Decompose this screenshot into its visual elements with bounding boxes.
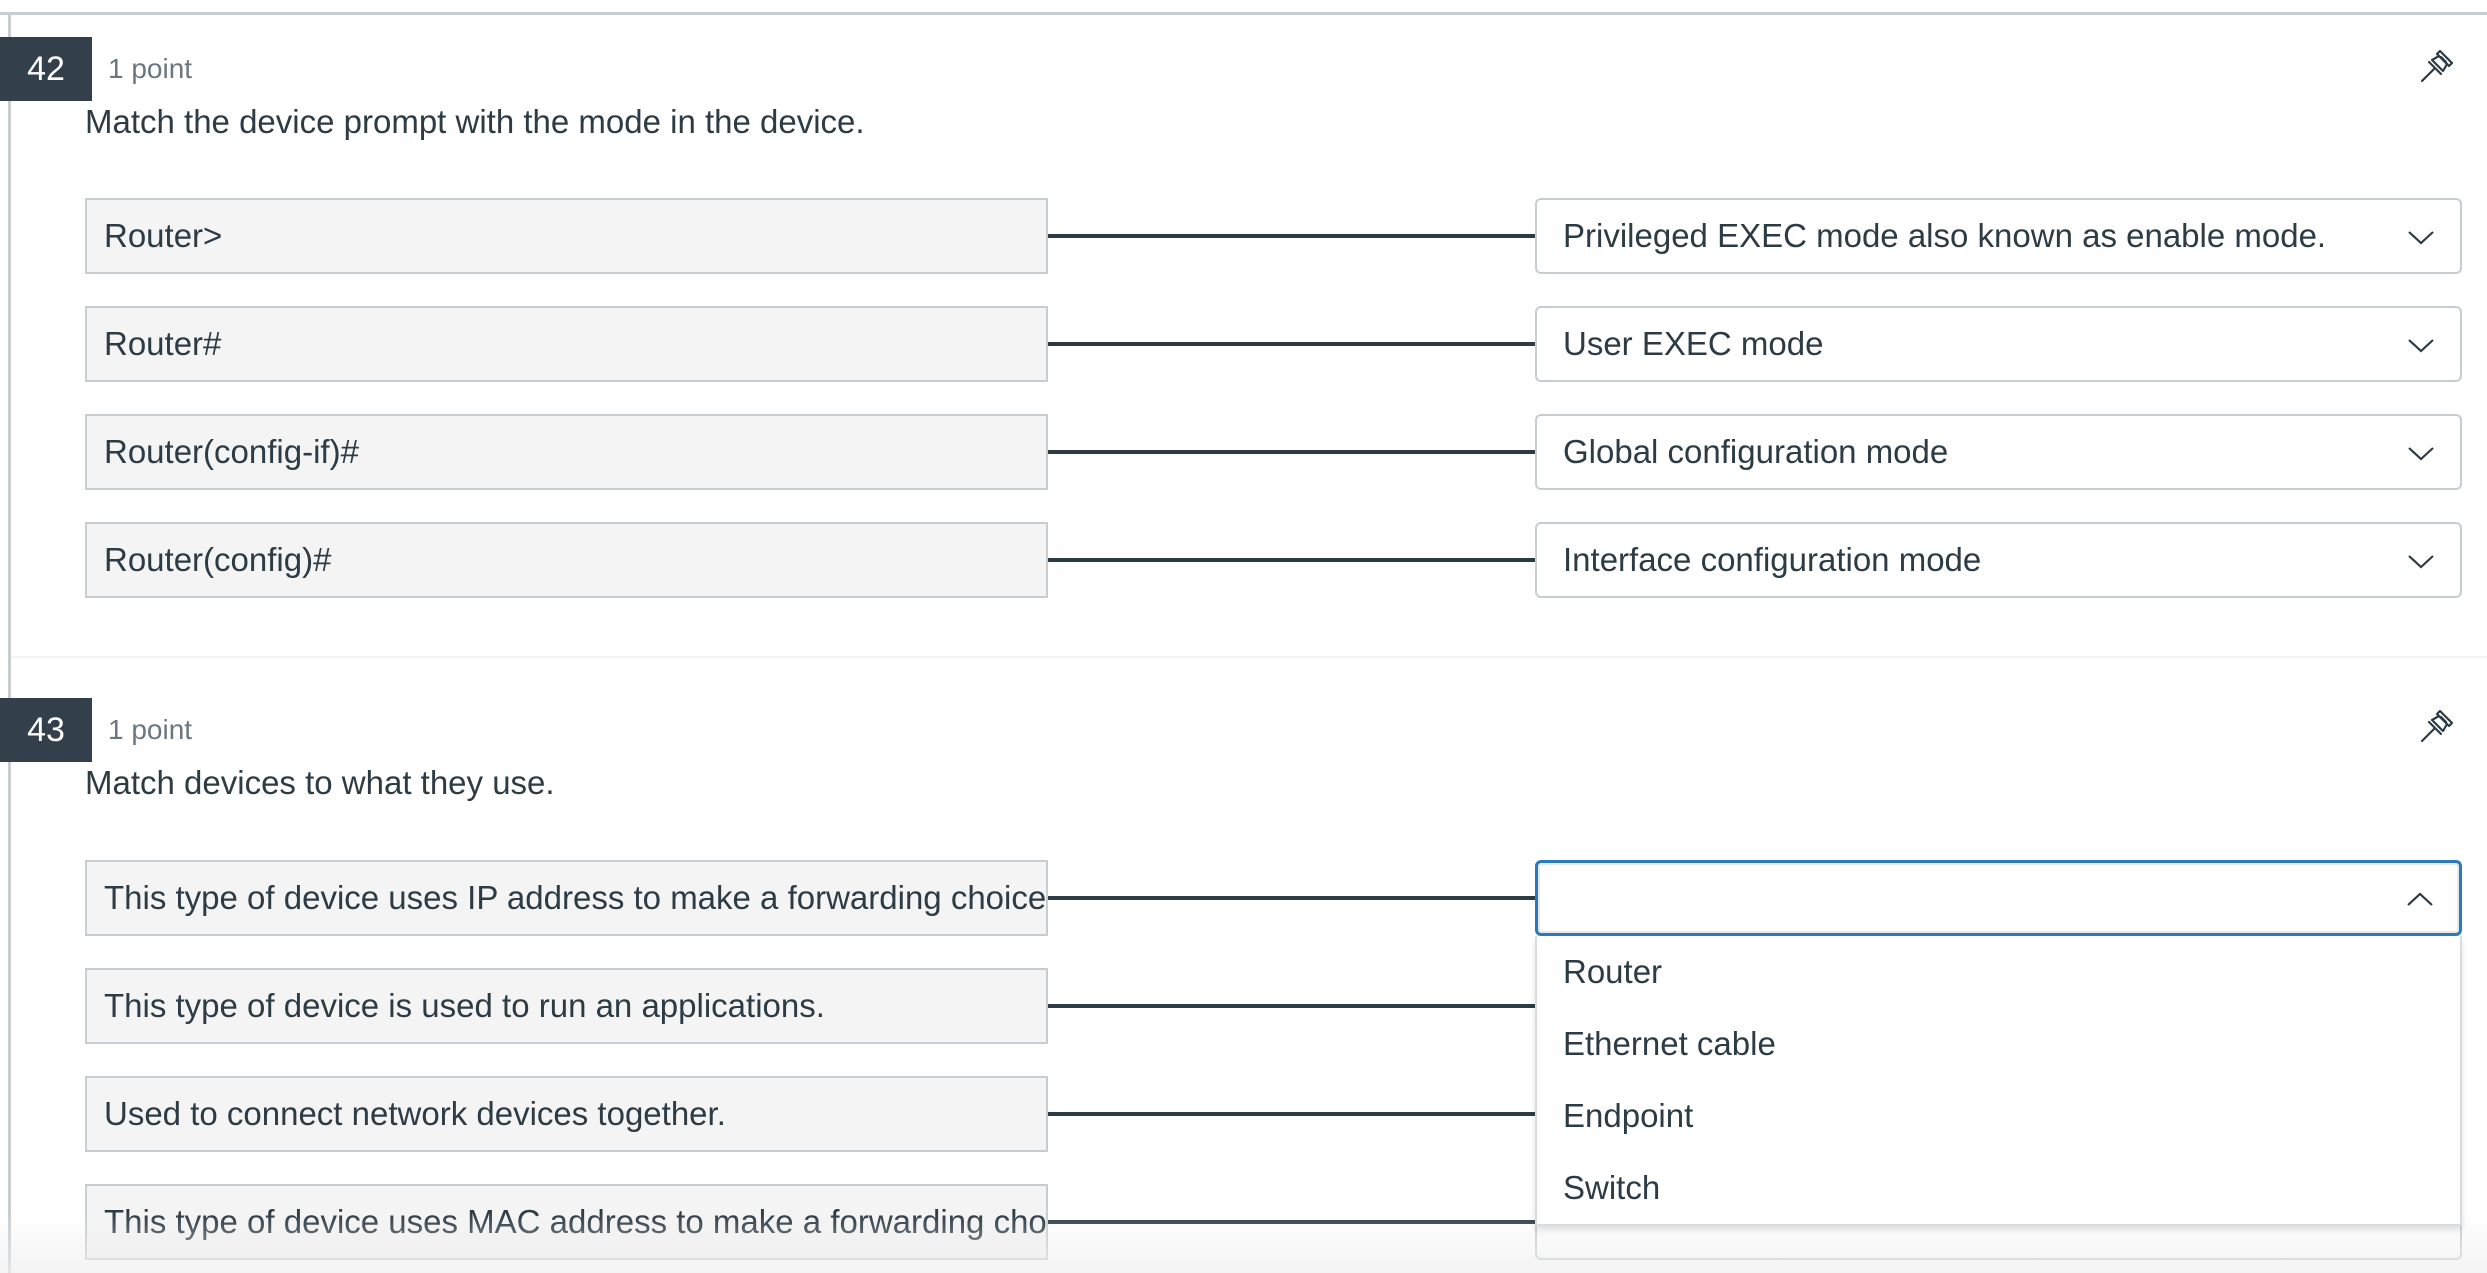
question-42: 42 1 point Match the device prompt with … [0,0,2487,655]
match-prompt: This type of device uses IP address to m… [85,860,1048,936]
question-43: 43 1 point Match devices to what they us… [0,660,2487,1273]
chevron-down-icon [2408,339,2434,353]
connector-line [1048,1220,1536,1224]
match-row: Router(config)# Interface configuration … [0,522,2487,598]
question-prompt: Match the device prompt with the mode in… [85,103,865,140]
dropdown-option-ethernet-cable[interactable]: Ethernet cable [1537,1008,2460,1080]
connector-line [1048,450,1536,454]
pushpin-icon[interactable] [2417,46,2457,86]
connector-line [1048,558,1536,562]
match-prompt: Router> [85,198,1048,274]
chevron-down-icon [2408,555,2434,569]
question-prompt: Match devices to what they use. [85,764,555,801]
quiz-page: 42 1 point Match the device prompt with … [0,0,2487,1273]
connector-line [1048,896,1536,900]
chevron-down-icon [2408,231,2434,245]
chevron-up-icon [2407,892,2433,906]
match-prompt: This type of device uses MAC address to … [85,1184,1048,1260]
match-prompt: Router(config)# [85,522,1048,598]
question-points: 1 point [108,714,193,745]
dropdown-option-router[interactable]: Router [1537,936,2460,1008]
match-select[interactable]: Privileged EXEC mode also known as enabl… [1535,198,2462,274]
question-points: 1 point [108,53,193,84]
dropdown-menu: Router Ethernet cable Endpoint Switch [1535,936,2462,1226]
connector-line [1048,1004,1536,1008]
match-row: Router> Privileged EXEC mode also known … [0,198,2487,274]
chevron-down-icon [2408,447,2434,461]
connector-line [1048,1112,1536,1116]
match-select-open[interactable] [1535,860,2462,936]
match-prompt: Router# [85,306,1048,382]
select-value: User EXEC mode [1563,325,1824,362]
connector-line [1048,342,1536,346]
select-value: Interface configuration mode [1563,541,1982,578]
match-select[interactable]: Global configuration mode [1535,414,2462,490]
match-row: Router# User EXEC mode [0,306,2487,382]
pushpin-icon[interactable] [2417,706,2457,746]
connector-line [1048,234,1536,238]
match-select[interactable]: User EXEC mode [1535,306,2462,382]
question-number-badge: 43 [0,698,92,762]
question-number-badge: 42 [0,37,92,101]
question-divider [11,656,2487,658]
select-value: Global configuration mode [1563,433,1949,470]
match-prompt: Used to connect network devices together… [85,1076,1048,1152]
match-prompt: This type of device is used to run an ap… [85,968,1048,1044]
match-prompt: Router(config-if)# [85,414,1048,490]
match-select[interactable]: Interface configuration mode [1535,522,2462,598]
dropdown-option-switch[interactable]: Switch [1537,1152,2460,1224]
select-value: Privileged EXEC mode also known as enabl… [1563,217,2327,254]
match-row: This type of device uses IP address to m… [0,860,2487,936]
match-row: Router(config-if)# Global configuration … [0,414,2487,490]
dropdown-option-endpoint[interactable]: Endpoint [1537,1080,2460,1152]
